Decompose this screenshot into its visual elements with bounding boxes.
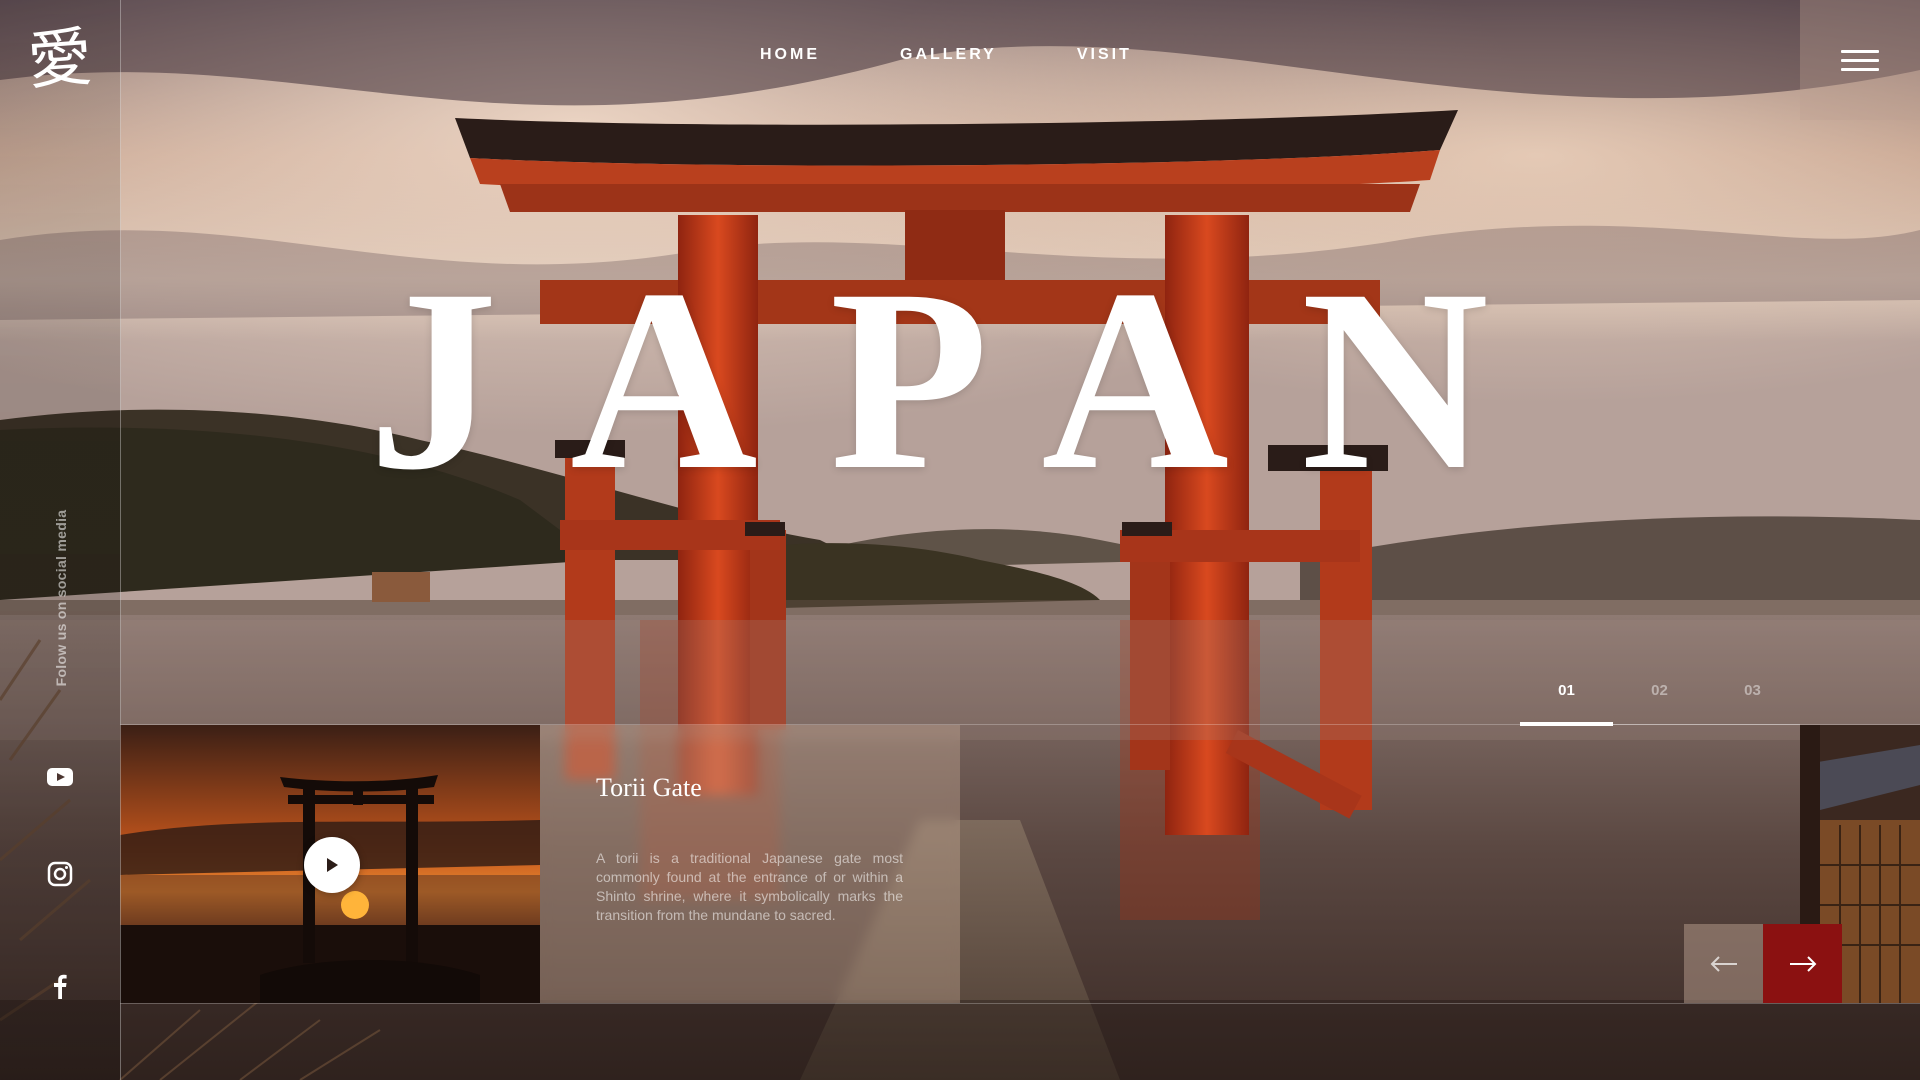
card-title: Torii Gate: [596, 773, 702, 802]
youtube-icon: [47, 768, 73, 786]
play-button[interactable]: [304, 837, 360, 893]
hamburger-menu-icon: [1841, 44, 1879, 77]
info-card: Torii Gate A torii is a traditional Japa…: [540, 725, 960, 1003]
nav-home[interactable]: HOME: [760, 46, 820, 64]
instagram-icon: [47, 861, 73, 887]
instagram-link[interactable]: [40, 854, 80, 894]
slide-info-panel: Torii Gate A torii is a traditional Japa…: [120, 724, 1920, 1004]
video-thumbnail[interactable]: [120, 725, 540, 1003]
youtube-link[interactable]: [40, 757, 80, 797]
slide-arrows: [1684, 924, 1842, 1003]
slide-indicator-01[interactable]: 01: [1520, 682, 1613, 726]
next-slide-button[interactable]: [1763, 924, 1842, 1003]
main-navigation: HOME GALLERY VISIT: [760, 46, 1212, 64]
previous-slide-button[interactable]: [1684, 924, 1763, 1003]
arrow-right-icon: [1789, 955, 1816, 972]
hero-title: JAPAN: [368, 236, 1561, 524]
card-description: A torii is a traditional Japanese gate m…: [596, 850, 903, 923]
nav-gallery[interactable]: GALLERY: [900, 46, 997, 64]
nav-visit[interactable]: VISIT: [1077, 46, 1132, 64]
play-icon: [327, 858, 338, 872]
slide-indicator-02[interactable]: 02: [1613, 682, 1706, 726]
social-media-label: Folow us on social media: [53, 509, 69, 687]
facebook-link[interactable]: [40, 966, 80, 1006]
page: 愛 Folow us on social media HOME GALLERY …: [0, 0, 1920, 1080]
left-sidebar: 愛 Folow us on social media: [0, 0, 121, 1080]
menu-button[interactable]: [1800, 0, 1920, 120]
arrow-left-icon: [1710, 955, 1737, 972]
slide-indicator-03[interactable]: 03: [1706, 682, 1799, 726]
logo-kanji[interactable]: 愛: [23, 20, 96, 101]
slide-indicators: 01 02 03: [1520, 682, 1799, 726]
facebook-icon: [54, 974, 67, 999]
